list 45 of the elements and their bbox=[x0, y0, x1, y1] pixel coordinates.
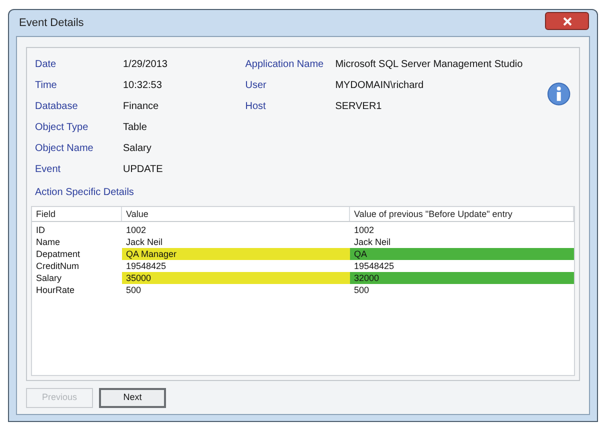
column-header[interactable]: Value of previous "Before Update" entry bbox=[350, 207, 574, 221]
field-value: MYDOMAIN\richard bbox=[335, 79, 424, 93]
table-cell-text: Name bbox=[35, 236, 62, 248]
table-cell-text: Depatment bbox=[35, 248, 82, 260]
column-header[interactable]: Value bbox=[122, 207, 350, 221]
field-value: UPDATE bbox=[123, 163, 163, 177]
table-cell-text: HourRate bbox=[35, 284, 76, 296]
table-cell-text: Jack Neil bbox=[353, 236, 392, 248]
field-label: Time bbox=[35, 79, 58, 93]
field-label: Date bbox=[35, 58, 58, 72]
table-cell-text: 1002 bbox=[353, 224, 376, 236]
table-cell-text: 19548425 bbox=[125, 260, 168, 272]
field-value: 1/29/2013 bbox=[123, 58, 168, 72]
field-label: Object Name bbox=[35, 142, 94, 156]
field-value: Microsoft SQL Server Management Studio bbox=[335, 58, 523, 72]
close-icon bbox=[562, 16, 572, 26]
table-cell-text: 500 bbox=[353, 284, 370, 296]
table-cell-text: Salary bbox=[35, 272, 63, 284]
close-button[interactable] bbox=[545, 12, 589, 30]
nav-button[interactable]: Next bbox=[99, 388, 166, 408]
section-title: Action Specific Details bbox=[35, 186, 135, 200]
field-value: Finance bbox=[123, 100, 159, 114]
field-label: User bbox=[245, 79, 268, 93]
info-icon bbox=[547, 82, 571, 106]
field-label: Object Type bbox=[35, 121, 90, 135]
table-cell: QA bbox=[350, 248, 574, 260]
field-value: Salary bbox=[123, 142, 152, 156]
table-cell-text: 19548425 bbox=[353, 260, 396, 272]
table-cell: 35000 bbox=[122, 272, 350, 284]
field-label: Database bbox=[35, 100, 79, 114]
column-header[interactable]: Field bbox=[32, 207, 122, 221]
field-label: Application Name bbox=[245, 58, 325, 72]
field-label: Host bbox=[245, 100, 267, 114]
table-cell: QA Manager bbox=[122, 248, 350, 260]
table-cell: 32000 bbox=[350, 272, 574, 284]
field-value: Table bbox=[123, 121, 147, 135]
table-cell-text: 500 bbox=[125, 284, 142, 296]
table-cell-text: ID bbox=[35, 224, 46, 236]
table-cell-text: 1002 bbox=[125, 224, 148, 236]
window-title: Event Details bbox=[19, 16, 84, 31]
table-cell-text: Jack Neil bbox=[125, 236, 164, 248]
table-cell-text: CreditNum bbox=[35, 260, 80, 272]
field-value: SERVER1 bbox=[335, 100, 382, 114]
field-label: Event bbox=[35, 163, 62, 177]
field-value: 10:32:53 bbox=[123, 79, 162, 93]
